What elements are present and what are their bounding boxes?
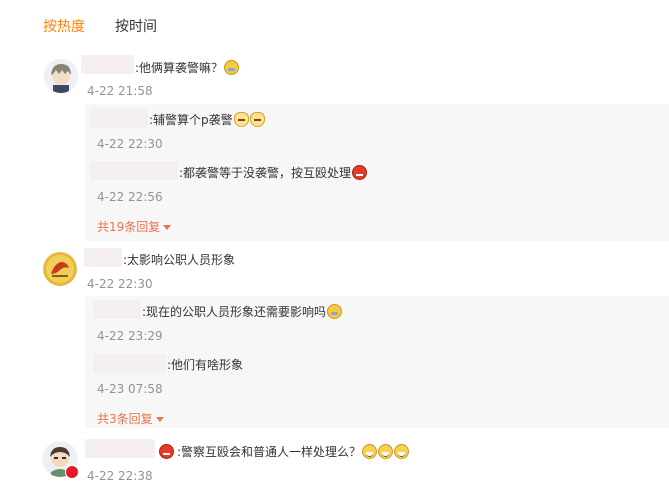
comment-time: 4-22 21:58 (87, 84, 153, 98)
caret-down-icon (163, 225, 172, 230)
verified-badge-icon (65, 465, 79, 479)
emoji-icon (159, 444, 174, 459)
reply-text: :他们有啥形象 (167, 358, 244, 372)
username-blurred[interactable] (90, 161, 178, 180)
username-blurred[interactable] (84, 248, 122, 267)
happy-emoji-icon (394, 444, 410, 459)
username-blurred[interactable] (85, 439, 155, 458)
caret-down-icon (155, 417, 164, 422)
happy-emoji-icon (378, 444, 394, 459)
comment-time: 4-22 22:30 (87, 277, 153, 291)
happy-emoji-icon (362, 444, 378, 459)
comment-text: :他俩算袭警嘛？ (135, 61, 224, 75)
reply-time: 4-22 22:30 (97, 137, 163, 151)
username-blurred[interactable] (81, 55, 134, 74)
comment-time: 4-22 22:38 (87, 469, 153, 483)
sort-tabs: 按热度 按时间 (0, 0, 669, 50)
reply-time: 4-22 22:56 (97, 190, 163, 204)
tab-time[interactable]: 按时间 (115, 16, 157, 36)
reply-text: :辅警算个p袭警 (149, 113, 233, 127)
comment-text: :警察互殴会和普通人一样处理么？ (177, 445, 362, 459)
reply-text: :都袭警等于没袭警，按互殴处理 (179, 166, 352, 180)
comment-text: :太影响公职人员形象 (123, 253, 236, 267)
laugh-cry-emoji-icon (327, 304, 343, 319)
more-replies-link[interactable]: 共3条回复 (97, 410, 164, 427)
username-blurred[interactable] (93, 300, 141, 319)
avatar[interactable] (44, 59, 78, 93)
angry-emoji-icon (352, 165, 368, 180)
reply-time: 4-22 23:29 (97, 329, 163, 343)
reply-time: 4-23 07:58 (97, 382, 163, 396)
username-blurred[interactable] (93, 354, 166, 373)
more-replies-link[interactable]: 共19条回复 (97, 218, 172, 235)
laugh-cry-emoji-icon (224, 60, 240, 75)
tab-hot[interactable]: 按热度 (43, 16, 85, 36)
avatar[interactable] (43, 252, 77, 286)
username-blurred[interactable] (90, 109, 148, 128)
cat-emoji-icon (249, 112, 265, 127)
reply-text: :现在的公职人员形象还需要影响吗 (142, 305, 327, 319)
cat-emoji-icon (233, 112, 249, 127)
